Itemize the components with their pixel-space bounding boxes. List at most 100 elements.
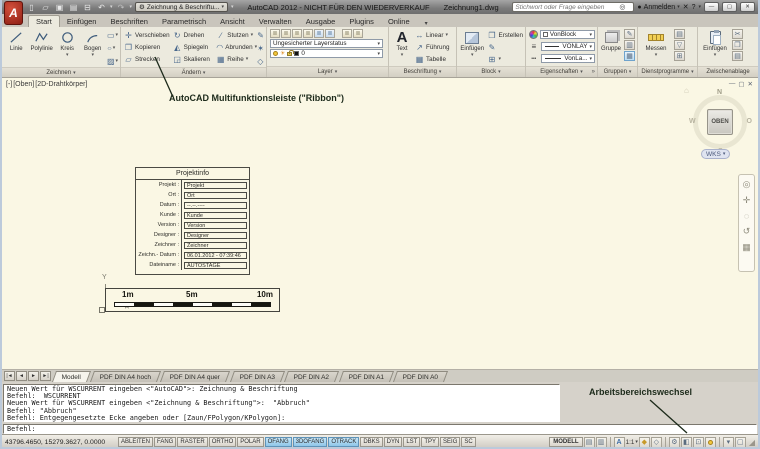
drawing-close-icon[interactable]: ✕: [748, 80, 753, 88]
layer-match-icon[interactable]: ≣: [314, 29, 324, 38]
layout-next-icon[interactable]: ►: [28, 371, 39, 381]
toggle-seig[interactable]: SEIG: [440, 437, 460, 447]
tab-beschriften[interactable]: Beschriften: [103, 16, 155, 27]
layer-lock-icon[interactable]: ≣: [342, 29, 352, 38]
layer-freeze-icon[interactable]: ≣: [303, 29, 313, 38]
toggle-dyn[interactable]: DYN: [384, 437, 403, 447]
panel-label-block[interactable]: Block▾: [457, 66, 525, 77]
ungroup-button[interactable]: ▥: [624, 40, 635, 50]
layer-state-dropdown[interactable]: Ungesicherter Layerstatus ▾: [270, 39, 383, 48]
nav-showmotion-icon[interactable]: ▦: [742, 242, 751, 253]
linetype-icon[interactable]: ┅: [529, 54, 539, 63]
toggle-tpy[interactable]: TPY: [421, 437, 439, 447]
draw-arc-button[interactable]: Bogen ▾: [81, 29, 103, 67]
layer-dropdown[interactable]: ☀ 0 ▾: [270, 49, 383, 58]
layout-tab-modell[interactable]: Modell: [52, 371, 91, 382]
viewcube[interactable]: ⌂ N W O S OBEN: [688, 90, 752, 154]
viewport-menu-control[interactable]: [-]: [6, 81, 12, 88]
open-file-icon[interactable]: ▱: [40, 3, 51, 12]
draw-polyline-button[interactable]: Polylinie: [30, 29, 52, 67]
undo-dropdown-icon[interactable]: ▾: [110, 4, 113, 10]
leader-button[interactable]: ↗Führung: [415, 41, 449, 53]
explode-button[interactable]: ✶: [257, 42, 264, 54]
copy-button[interactable]: ❐Kopieren: [124, 41, 170, 53]
tab-einfuegen[interactable]: Einfügen: [60, 16, 104, 27]
color-wheel-icon[interactable]: [529, 30, 538, 39]
annotation-scale-value[interactable]: 1:1: [626, 439, 635, 446]
layout-last-icon[interactable]: ►|: [40, 371, 51, 381]
dimension-linear-button[interactable]: ↔Linear▾: [415, 29, 449, 41]
viewcube-north[interactable]: N: [717, 89, 722, 96]
stretch-button[interactable]: ▱Strecken: [124, 53, 170, 65]
fade-button[interactable]: ◇: [257, 55, 264, 67]
layer-bulb-icon[interactable]: [273, 51, 278, 56]
application-menu-button[interactable]: A: [4, 1, 23, 25]
tab-ausgabe[interactable]: Ausgabe: [299, 16, 343, 27]
array-button[interactable]: ▦Reihe▾: [216, 53, 254, 65]
layer-properties-icon[interactable]: ≣: [270, 29, 280, 38]
drawing-restore-icon[interactable]: ▢: [738, 80, 744, 88]
panel-label-zeichnen[interactable]: Zeichnen▾: [2, 67, 120, 77]
trim-button[interactable]: ∕Stutzen▾: [216, 29, 254, 41]
toggle-ableiten[interactable]: ABLEITEN: [118, 437, 153, 447]
help-dropdown-icon[interactable]: ▾: [698, 4, 701, 10]
drawing-canvas[interactable]: [-] [Oben] [2D-Drahtkörper] — ▢ ✕ ⌂ N W …: [2, 78, 758, 369]
copy-clip-button[interactable]: ❐: [732, 40, 743, 50]
layout-tab-a3[interactable]: PDF DIN A3: [230, 371, 285, 382]
draw-hatch-button[interactable]: ▨▾: [107, 55, 118, 67]
resize-grip[interactable]: ◢: [749, 438, 755, 447]
group-button[interactable]: Gruppe: [601, 29, 621, 66]
fillet-button[interactable]: ◠Abrunden▾: [216, 41, 254, 53]
layout-tab-a4-quer[interactable]: PDF DIN A4 quer: [160, 371, 230, 382]
cut-button[interactable]: ✂: [732, 29, 743, 39]
viewcube-east[interactable]: O: [747, 118, 752, 125]
toggle-3dofang[interactable]: 3DOFANG: [293, 437, 328, 447]
viewport-view-control[interactable]: [Oben]: [13, 81, 34, 88]
insert-block-button[interactable]: Einfügen ▾: [460, 29, 485, 66]
wks-menu[interactable]: WKS ▾: [701, 149, 730, 159]
annotation-visibility-icon[interactable]: ◆: [639, 437, 650, 448]
panel-label-beschriftung[interactable]: Beschriftung▾: [389, 66, 456, 77]
viewcube-home-icon[interactable]: ⌂: [684, 86, 689, 95]
tab-parametrisch[interactable]: Parametrisch: [155, 16, 213, 27]
linetype-dropdown[interactable]: VonLa...▾: [541, 54, 595, 63]
quick-select-button[interactable]: ▽: [674, 40, 685, 50]
plot-icon[interactable]: ⊟: [82, 3, 93, 12]
table-button[interactable]: ▦Tabelle: [415, 53, 449, 65]
group-manager-button[interactable]: ▦: [624, 51, 635, 61]
layer-prev-icon[interactable]: ≣: [325, 29, 335, 38]
tab-ansicht[interactable]: Ansicht: [213, 16, 252, 27]
annotation-scale-dropdown-icon[interactable]: ▾: [635, 439, 638, 445]
layout-prev-icon[interactable]: ◄: [16, 371, 27, 381]
toggle-dbks[interactable]: DBKS: [360, 437, 382, 447]
toolbar-lock-icon[interactable]: ◧: [681, 437, 692, 448]
viewport-visualstyle-control[interactable]: [2D-Drahtkörper]: [35, 81, 87, 88]
toggle-ortho[interactable]: ORTHO: [209, 437, 237, 447]
ribbon-collapse-button[interactable]: ▾: [425, 20, 428, 27]
group-edit-button[interactable]: ✎: [624, 29, 635, 39]
exchange-apps-button[interactable]: ✕: [683, 3, 689, 11]
workspace-switch-gear-icon[interactable]: ⚙: [669, 437, 680, 448]
hardware-acceleration-icon[interactable]: ⊡: [693, 437, 704, 448]
block-editor-button[interactable]: ✎: [488, 41, 524, 53]
lineweight-icon[interactable]: ≡: [529, 42, 539, 51]
annotation-auto-scale-icon[interactable]: ◇: [651, 437, 662, 448]
toggle-ofang[interactable]: OFANG: [265, 437, 292, 447]
nav-orbit-icon[interactable]: ↺: [743, 226, 751, 237]
arc-flyout-icon[interactable]: ▾: [91, 53, 94, 57]
paste-special-button[interactable]: ▤: [732, 51, 743, 61]
minimize-button[interactable]: —: [704, 2, 719, 12]
layer-sun-icon[interactable]: ☀: [280, 50, 285, 57]
panel-label-zwischenablage[interactable]: Zwischenablage: [698, 66, 758, 77]
layer-unlock-icon[interactable]: ≣: [353, 29, 363, 38]
eigenschaften-dialog-launcher[interactable]: »: [592, 69, 595, 75]
new-file-icon[interactable]: ▯: [26, 3, 37, 12]
nav-zoom-icon[interactable]: ◌: [744, 211, 749, 221]
command-input[interactable]: Befehl:: [3, 424, 757, 434]
undo-icon[interactable]: ↶: [96, 3, 107, 12]
toggle-raster[interactable]: RASTER: [177, 437, 207, 447]
layout-tab-a1[interactable]: PDF DIN A1: [338, 371, 393, 382]
tab-plugins[interactable]: Plugins: [342, 16, 381, 27]
status-menu-icon[interactable]: ▾: [723, 437, 734, 448]
model-space-icon[interactable]: ▤: [584, 437, 595, 448]
